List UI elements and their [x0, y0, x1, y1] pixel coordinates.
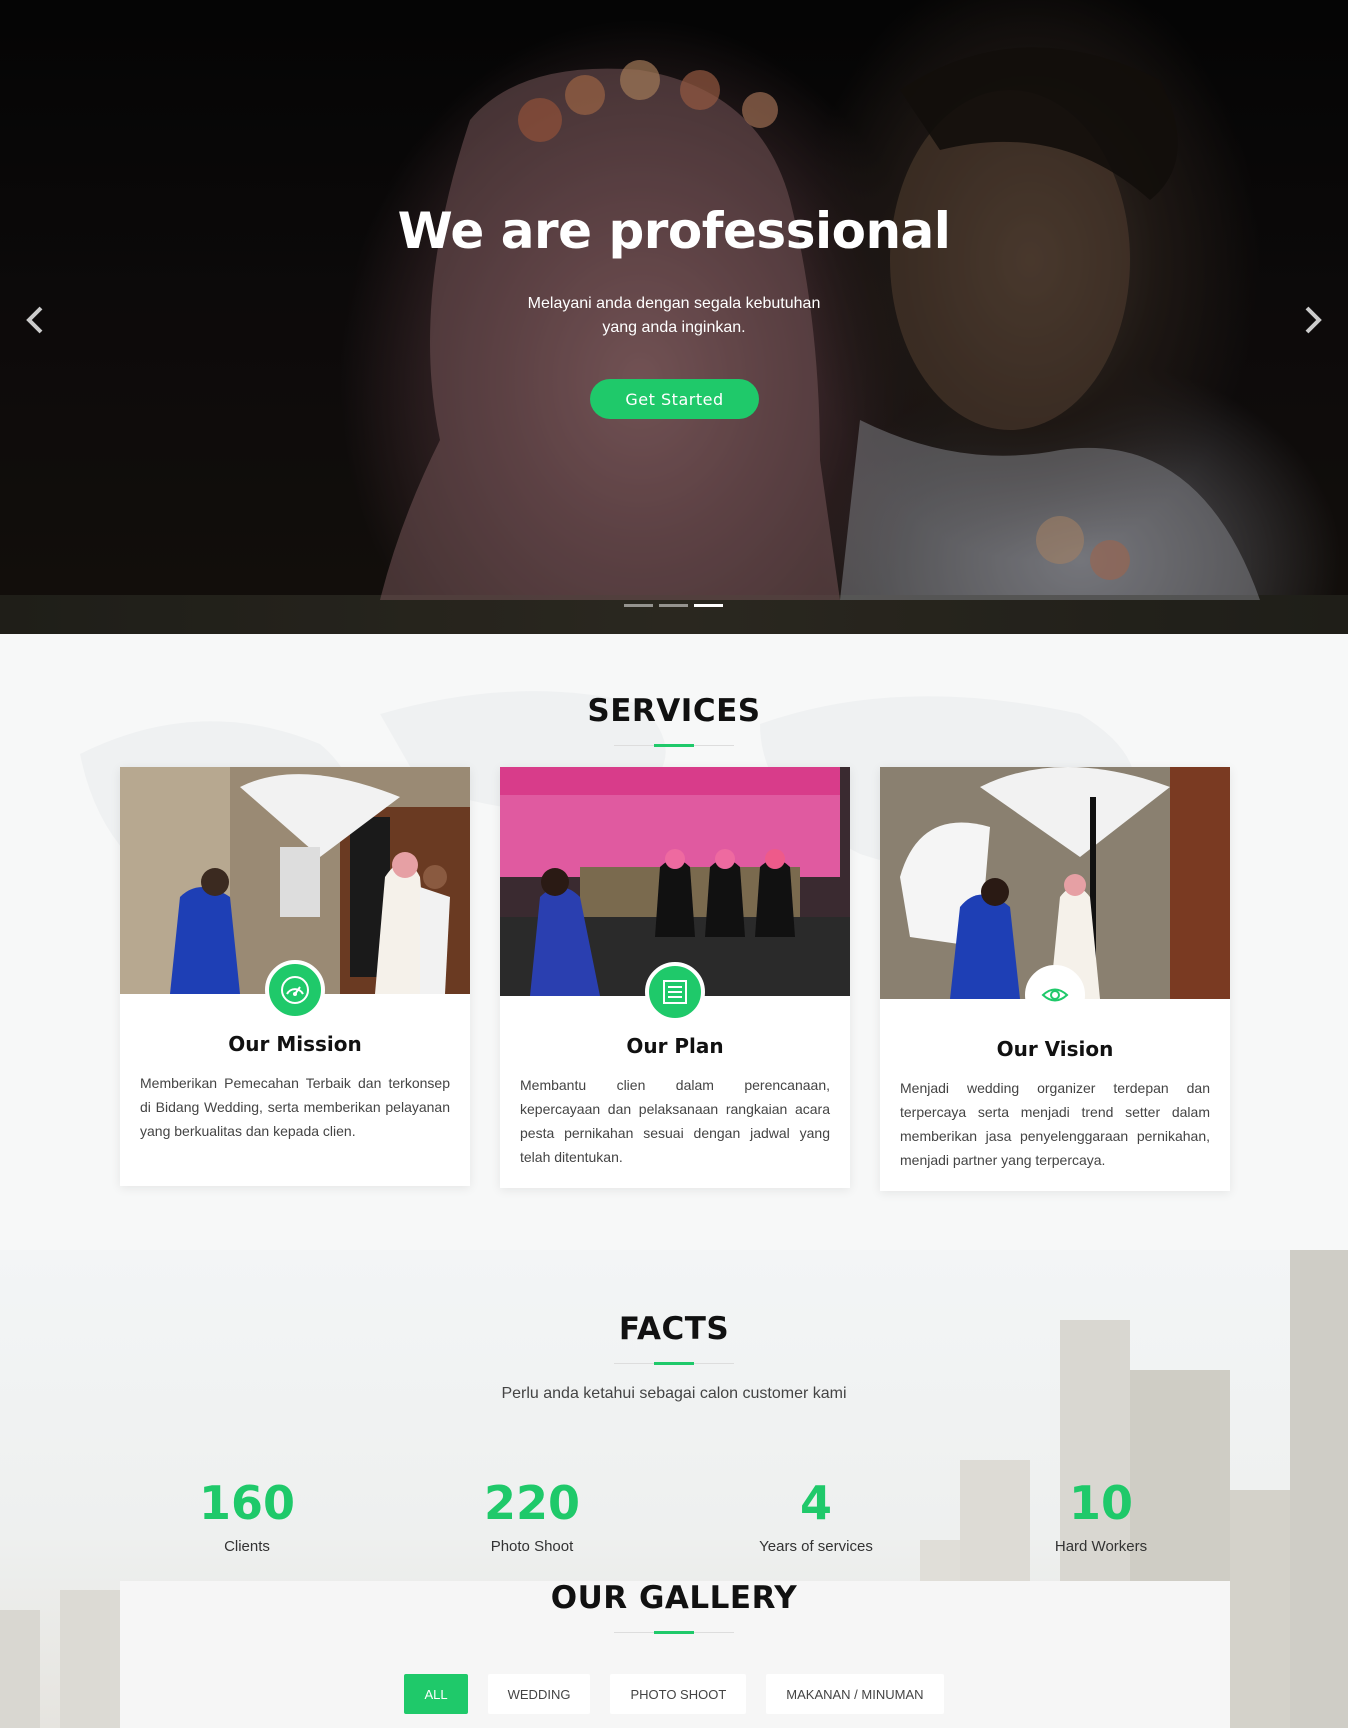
filter-wedding[interactable]: WEDDING: [487, 1674, 591, 1714]
filter-photo-shoot[interactable]: PHOTO SHOOT: [610, 1674, 747, 1714]
fact-years: 4 Years of services: [716, 1476, 916, 1555]
carousel-indicators: [624, 604, 723, 607]
list-icon: [663, 980, 687, 1004]
services-title-underline: [614, 744, 734, 747]
fact-value: 160: [198, 1476, 296, 1530]
hero-title: We are professional: [397, 202, 951, 260]
chevron-left-icon: [26, 306, 43, 334]
fact-label: Photo Shoot: [490, 1538, 574, 1555]
services-title: SERVICES: [587, 693, 761, 729]
fact-hard-workers: 10 Hard Workers: [1001, 1476, 1201, 1555]
mission-icon-badge: [265, 960, 325, 1020]
card-text: Menjadi wedding organizer terdepan dan t…: [900, 1080, 1210, 1168]
hero-subtitle: Melayani anda dengan segala kebutuhan ya…: [527, 295, 821, 336]
eye-icon: [1041, 988, 1069, 1002]
gallery-title: OUR GALLERY: [550, 1580, 798, 1616]
fact-label: Clients: [224, 1538, 270, 1555]
speedometer-icon: [281, 976, 309, 1004]
fact-label: Hard Workers: [1054, 1538, 1148, 1555]
facts-title: FACTS: [618, 1311, 730, 1347]
get-started-button[interactable]: Get Started: [590, 379, 759, 419]
service-card-plan: Our Plan Membantu clien dalam perencanaa…: [500, 767, 850, 1188]
filter-makanan-minuman[interactable]: MAKANAN / MINUMAN: [766, 1674, 944, 1714]
plan-icon-badge: [645, 962, 705, 1022]
fact-label: Years of services: [759, 1538, 873, 1555]
hero-carousel: We are professional Melayani anda dengan…: [0, 0, 1348, 634]
carousel-prev-button[interactable]: [15, 300, 55, 340]
carousel-next-button[interactable]: [1293, 300, 1333, 340]
card-text: Memberikan Pemecahan Terbaik dan terkons…: [140, 1075, 450, 1139]
carousel-indicator-2[interactable]: [659, 604, 688, 607]
carousel-indicator-1[interactable]: [624, 604, 653, 607]
facts-title-underline: [614, 1362, 734, 1365]
service-card-mission: Our Mission Memberikan Pemecahan Terbaik…: [120, 767, 470, 1186]
card-text: Membantu clien dalam perencanaan, keperc…: [520, 1077, 830, 1165]
service-card-vision: Our Vision Menjadi wedding organizer ter…: [880, 767, 1230, 1191]
facts-subtitle: Perlu anda ketahui sebagai calon custome…: [501, 1385, 847, 1402]
filter-all[interactable]: ALL: [404, 1674, 468, 1714]
card-title: Our Vision: [996, 1037, 1114, 1061]
card-title: Our Mission: [228, 1032, 362, 1056]
fact-clients: 160 Clients: [147, 1476, 347, 1555]
carousel-indicator-3[interactable]: [694, 604, 723, 607]
fact-value: 220: [483, 1476, 581, 1530]
fact-value: 10: [1068, 1476, 1133, 1530]
fact-photo-shoot: 220 Photo Shoot: [432, 1476, 632, 1555]
gallery-title-underline: [614, 1631, 734, 1634]
fact-value: 4: [799, 1476, 832, 1530]
gallery-filters: ALL WEDDING PHOTO SHOOT MAKANAN / MINUMA…: [0, 1674, 1348, 1714]
card-title: Our Plan: [626, 1034, 724, 1058]
vision-icon-badge: [1025, 965, 1085, 1025]
chevron-right-icon: [1305, 306, 1322, 334]
